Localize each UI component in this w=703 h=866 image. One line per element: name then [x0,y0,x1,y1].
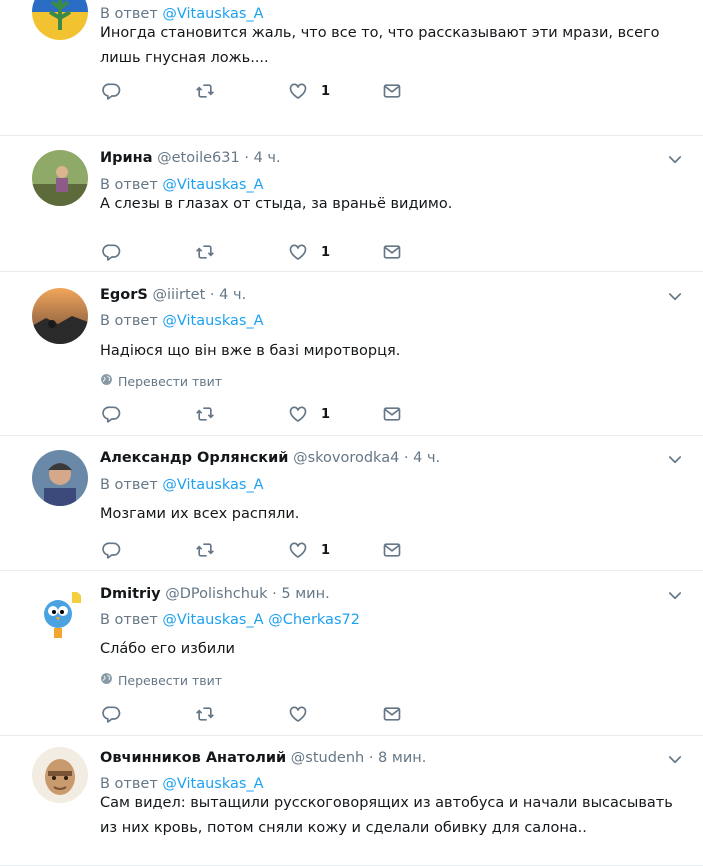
direct-message-button[interactable] [382,704,402,724]
separator-dot: · [239,150,254,166]
tweet-header: Ирина @etoile631 · 4 ч. [100,150,281,166]
retweet-button[interactable] [195,704,215,724]
tweet[interactable]: Александр Орлянский @skovorodka4 · 4 ч. В… [0,436,703,571]
tweet-time[interactable]: 4 ч. [413,450,440,466]
tweet-text: Слáбо его избили [100,641,235,657]
retweet-button[interactable] [195,540,215,560]
separator-dot: · [267,586,282,602]
tweet[interactable]: Green Fennel @mileniai7 · 3 ч.В ответ @V… [0,0,703,136]
chevron-down-icon[interactable] [666,587,684,605]
translate-link[interactable]: Перевести твит [100,672,222,688]
separator-dot: · [399,450,414,466]
tweet[interactable]: Ирина @etoile631 · 4 ч. В ответ @Vitauska… [0,136,703,272]
reply-context: В ответ @Vitauskas_A [100,477,264,493]
like-button[interactable]: 1 [288,540,330,560]
author-handle[interactable]: @iiirtet [152,287,205,303]
reply-button[interactable] [102,404,122,424]
tweet-feed: Green Fennel @mileniai7 · 3 ч.В ответ @V… [0,0,703,866]
avatar[interactable] [32,586,88,642]
mention-link[interactable]: @Vitauskas_A [162,313,263,329]
reply-context: В ответ @Vitauskas_A [100,6,264,22]
like-button[interactable] [288,704,321,724]
like-count: 1 [321,542,331,558]
tweet-header: Овчинников Анатолий @studenh · 8 мин. [100,750,426,766]
mention-link[interactable]: @Vitauskas_A [162,612,263,628]
reply-prefix: В ответ [100,177,158,193]
globe-icon [100,672,113,688]
retweet-button[interactable] [195,242,215,262]
like-count: 1 [321,244,331,260]
reply-context: В ответ @Vitauskas_A [100,776,264,792]
author-name[interactable]: Александр Орлянский [100,450,288,466]
tweet-header: Dmitriy @DPolishchuk · 5 мин. [100,586,330,602]
mention-link[interactable]: @Vitauskas_A [162,477,263,493]
reply-context: В ответ @Vitauskas_A [100,313,264,329]
author-name[interactable]: EgorS [100,287,148,303]
avatar[interactable] [32,0,88,40]
reply-button[interactable] [102,540,122,560]
reply-prefix: В ответ [100,313,158,329]
reply-prefix: В ответ [100,477,158,493]
reply-context: В ответ @Vitauskas_A @Cherkas72 [100,612,360,628]
tweet-text: Иногда становится жаль, что все то, что … [100,25,660,66]
like-button[interactable]: 1 [288,404,330,424]
tweet-time[interactable]: 4 ч. [219,287,246,303]
globe-icon [100,373,113,389]
translate-link[interactable]: Перевести твит [100,373,222,389]
translate-label[interactable]: Перевести твит [118,374,222,389]
direct-message-button[interactable] [382,242,402,262]
chevron-down-icon[interactable] [666,751,684,769]
reply-button[interactable] [102,704,122,724]
author-handle[interactable]: @skovorodka4 [293,450,399,466]
tweet-text: Сам видел: вытащили русскоговорящих из а… [100,795,673,836]
mention-link[interactable]: @Cherkas72 [268,612,360,628]
tweet-text: А слезы в глазах от стыда, за враньё вид… [100,196,453,212]
tweet[interactable]: EgorS @iiirtet · 4 ч. В ответ @Vitauskas_… [0,272,703,436]
direct-message-button[interactable] [382,404,402,424]
mention-link[interactable]: @Vitauskas_A [162,6,263,22]
author-name[interactable]: Dmitriy [100,586,161,602]
tweet-header: Александр Орлянский @skovorodka4 · 4 ч. [100,450,440,466]
reply-prefix: В ответ [100,612,158,628]
tweet-text: Надіюся що він вже в базі миротворця. [100,343,401,359]
tweet[interactable]: Dmitriy @DPolishchuk · 5 мин. В ответ @Vi… [0,571,703,736]
retweet-button[interactable] [195,81,215,101]
tweet-header: EgorS @iiirtet · 4 ч. [100,287,246,303]
separator-dot: · [364,750,379,766]
reply-button[interactable] [102,242,122,262]
author-handle[interactable]: @etoile631 [157,150,240,166]
direct-message-button[interactable] [382,540,402,560]
avatar[interactable] [32,288,88,344]
chevron-down-icon[interactable] [666,151,684,169]
tweet-text: Мозгами их всех распяли. [100,506,300,522]
chevron-down-icon[interactable] [666,451,684,469]
author-handle[interactable]: @studenh [291,750,364,766]
reply-button[interactable] [102,81,122,101]
avatar[interactable] [32,150,88,206]
author-name[interactable]: Ирина [100,150,152,166]
reply-prefix: В ответ [100,776,158,792]
like-button[interactable]: 1 [288,81,330,101]
translate-label[interactable]: Перевести твит [118,673,222,688]
like-count: 1 [321,83,331,99]
tweet[interactable]: Овчинников Анатолий @studenh · 8 мин. В о… [0,736,703,866]
retweet-button[interactable] [195,404,215,424]
chevron-down-icon[interactable] [666,288,684,306]
reply-prefix: В ответ [100,6,158,22]
author-name[interactable]: Овчинников Анатолий [100,750,286,766]
like-button[interactable]: 1 [288,242,330,262]
tweet-time[interactable]: 8 мин. [378,750,426,766]
direct-message-button[interactable] [382,81,402,101]
mention-link[interactable]: @Vitauskas_A [162,177,263,193]
author-handle[interactable]: @DPolishchuk [165,586,267,602]
tweet-time[interactable]: 5 мин. [281,586,329,602]
avatar[interactable] [32,450,88,506]
reply-context: В ответ @Vitauskas_A [100,177,264,193]
tweet-time[interactable]: 4 ч. [254,150,281,166]
avatar[interactable] [32,747,88,803]
mention-link[interactable]: @Vitauskas_A [162,776,263,792]
separator-dot: · [205,287,220,303]
like-count: 1 [321,406,331,422]
